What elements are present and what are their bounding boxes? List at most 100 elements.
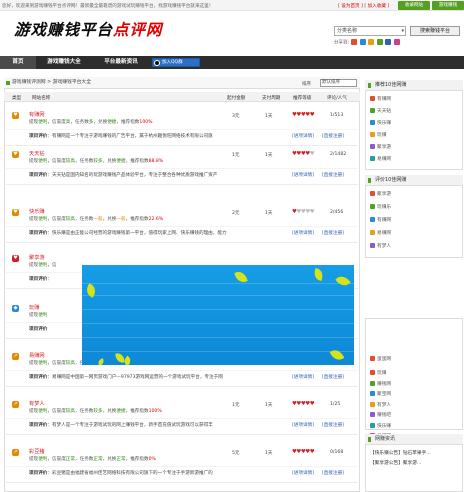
share-renren-icon[interactable] [385, 39, 392, 45]
site-name[interactable]: 彩豆猪 [29, 448, 45, 455]
site-icon [370, 120, 375, 125]
recommended-item[interactable]: 易赚网 [370, 156, 391, 162]
site-name[interactable]: 有赚网 [29, 111, 45, 118]
type-icon: ↗ [12, 401, 19, 408]
col-period: 支付周期 [262, 96, 281, 101]
site-icon [370, 380, 375, 386]
share-weibo-icon[interactable] [351, 39, 358, 45]
top-rated-item[interactable]: 聚享游 [370, 191, 391, 197]
top-rated-item[interactable]: 有赚网 [370, 217, 391, 223]
recommended-item[interactable]: 天天钻 [370, 108, 391, 114]
pay-period: 1天 [265, 403, 273, 408]
site-icon [370, 422, 375, 428]
nav-game-earn[interactable]: 游戏赚钱大全 [36, 56, 92, 69]
site-name[interactable]: 聚享游 [29, 254, 45, 261]
recommended-item[interactable]: 玩赚 [370, 132, 386, 138]
site-icon [370, 204, 375, 209]
news-item[interactable]: 【聚享游公告】聚享游… [370, 460, 422, 466]
site-name[interactable]: 有梦人 [29, 400, 45, 407]
share-qq-icon[interactable] [359, 39, 366, 45]
recommended-item[interactable]: 有赚网 [370, 96, 391, 102]
rating-hearts: ♥♥♥♥♥ [292, 151, 315, 157]
col-name: 网站名称 [32, 96, 51, 101]
nav-home[interactable]: 首页 [0, 56, 36, 69]
register-link[interactable]: [直接注册] [322, 172, 344, 178]
site-summary: 提现便利 [29, 313, 48, 318]
detail-link[interactable]: [进项详情] [292, 422, 314, 428]
top-rated-item[interactable]: 有梦人 [370, 243, 391, 249]
views-count: 2/1482 [330, 152, 347, 157]
site-logo[interactable]: 游戏赚钱平台点评网 [14, 18, 163, 40]
recommended-item[interactable]: 聚享游 [370, 144, 391, 150]
site-icon [370, 132, 375, 137]
site-icon [370, 230, 375, 235]
top-rated-item[interactable]: 玩赚乐 [370, 204, 391, 210]
detail-link[interactable]: [进项详情] [292, 230, 314, 236]
site-summary: 提现便利，信誉度较高，任务数一般，兑换一般，推荐指数22.6% [29, 217, 164, 222]
search-button[interactable]: 搜索赚钱平台 [410, 26, 460, 36]
review-text: 项目评价：有梦人是一个专注于游戏试玩的网上赚钱平台，新手首充值试玩游戏可以获得丰 [29, 423, 213, 428]
leaf-icon [329, 347, 345, 363]
detail-link[interactable]: [进项详情] [292, 133, 314, 139]
more-item[interactable]: 快乐赚 [370, 422, 391, 429]
popup-banner[interactable] [82, 265, 354, 365]
type-icon: ↗ [12, 353, 19, 360]
more-item[interactable]: 聚宝网 [370, 391, 391, 397]
register-link[interactable]: [直接注册] [322, 374, 344, 380]
detail-link[interactable]: [进项详情] [292, 172, 314, 178]
search-category-select[interactable]: 分类名称 ▾ [334, 26, 406, 36]
site-summary: 提现便利，信誉度高，任务数多，兑换便捷，推荐指数100% [29, 120, 153, 125]
more-item[interactable]: 赚钱吧 [370, 412, 391, 418]
pay-period: 1天 [265, 153, 273, 158]
views-count: 0/168 [330, 450, 344, 455]
review-text: 项目评价 [29, 327, 48, 332]
detail-link[interactable]: [进项详情] [292, 470, 314, 476]
site-summary: 提现便利，信 [29, 263, 57, 268]
min-payout: 1元 [232, 153, 240, 158]
nav-news[interactable]: 平台最新资讯 [92, 56, 150, 69]
min-payout: 5元 [232, 451, 240, 456]
site-icon [370, 156, 375, 161]
col-rating: 推荐等级 [293, 96, 312, 101]
site-icon [370, 144, 375, 149]
news-item[interactable]: 【快乐赚公告】钻石苹果手… [370, 450, 431, 456]
review-text: 项目评价：快乐赚是由正能公司经营的游戏赚钱第一平台，值得玩家上网、快乐赚钱的理由… [29, 231, 227, 236]
pay-period: 1天 [265, 211, 273, 216]
more-item[interactable]: 赚钱网 [370, 380, 391, 387]
type-icon: ♥ [12, 151, 19, 158]
site-icon [370, 217, 375, 222]
top-bar: 您好，欢迎来到游戏赚钱平台点评网！最新最全最靠谱的游戏试玩赚钱平台，找游戏赚钱平… [0, 0, 464, 11]
register-link[interactable]: [直接注册] [322, 230, 344, 236]
top-rated-item[interactable]: 易赚网 [370, 230, 391, 236]
leaf-icon [312, 268, 325, 281]
site-name[interactable]: 易赚网 [29, 352, 45, 359]
join-qq-group-button[interactable]: 加入QQ群 [152, 58, 200, 67]
register-link[interactable]: [直接注册] [322, 133, 344, 139]
site-name[interactable]: 玩赚 [29, 304, 39, 311]
min-payout: 3元 [232, 114, 240, 119]
news-title: 网赚资讯 [365, 434, 463, 445]
site-icon [370, 356, 375, 361]
favorite-links[interactable]: [ 设为首页 ] [ 加入收藏 ] [338, 3, 389, 9]
game-earn-button[interactable]: 游戏赚钱 [432, 1, 464, 10]
share-more-icon[interactable] [393, 39, 400, 45]
site-name[interactable]: 天天钻 [29, 150, 45, 157]
welcome-text: 您好，欢迎来到游戏赚钱平台点评网！最新最全最靠谱的游戏试玩赚钱平台，找游戏赚钱平… [2, 4, 214, 9]
more-item[interactable]: 玩赚 [370, 370, 386, 376]
more-item[interactable]: 有梦人 [370, 401, 391, 408]
register-link[interactable]: [直接注册] [322, 422, 344, 428]
rating-hearts: ♥♥♥♥♥ [292, 449, 315, 455]
site-name[interactable]: 快乐赚 [29, 208, 45, 215]
share-wechat-icon[interactable] [376, 39, 383, 45]
recommended-item[interactable]: 快乐赚 [370, 120, 391, 126]
submit-site-button[interactable]: 收录网站 [398, 1, 430, 10]
sort-select[interactable]: 默认排序 [320, 79, 357, 87]
more-item[interactable]: 蛋蛋网 [370, 356, 391, 362]
type-icon: ↗ [12, 449, 19, 456]
share-qzone-icon[interactable] [368, 39, 375, 45]
pay-period: 1天 [265, 451, 273, 456]
chevron-down-icon: ▾ [401, 28, 404, 34]
register-link[interactable]: [直接注册] [322, 470, 344, 476]
detail-link[interactable]: [进项详情] [292, 374, 314, 380]
site-icon [370, 108, 375, 113]
